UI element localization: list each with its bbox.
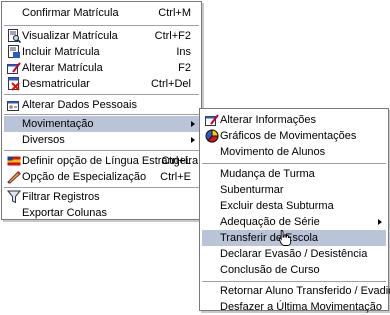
menu-item-label: Gráficos de Movimentações (220, 130, 357, 142)
submenu-item-adequacao-serie[interactable]: Adequação de Série (202, 214, 386, 230)
menu-item-label: Alterar Informações (220, 114, 316, 126)
menu-item-label: Declarar Evasão / Desistência (220, 248, 368, 260)
submenu-item-mudanca-turma[interactable]: Mudança de Turma (202, 166, 386, 182)
remove-document-icon (7, 77, 21, 91)
menu-separator (4, 25, 199, 26)
menu-item-label: Mudança de Turma (220, 168, 315, 180)
submenu-item-alterar-informacoes[interactable]: Alterar Informações (202, 112, 386, 128)
submenu-item-graficos-movimentacoes[interactable]: Gráficos de Movimentações (202, 128, 386, 144)
submenu-arrow-icon (191, 137, 195, 143)
pencil-icon (7, 170, 21, 184)
menu-item-label: Movimentação (22, 118, 94, 130)
menu-separator (202, 281, 386, 282)
menu-item-label: Diversos (22, 134, 65, 146)
menu-item-label: Adequação de Série (220, 216, 320, 228)
menu-item-label: Alterar Dados Pessoais (22, 99, 137, 111)
submenu-item-declarar-evasao[interactable]: Declarar Evasão / Desistência (202, 246, 386, 262)
edit-document-icon (7, 61, 21, 75)
menu-item-label: Exportar Colunas (22, 207, 107, 219)
submenu-arrow-icon (191, 121, 195, 127)
flag-icon (7, 154, 21, 168)
menu-item-alterar-matricula[interactable]: Alterar Matrícula F2 (4, 60, 199, 76)
menu-item-label: Visualizar Matrícula (22, 30, 118, 42)
submenu-item-excluir-subturma[interactable]: Excluir desta Subturma (202, 198, 386, 214)
menu-item-label: Confirmar Matrícula (22, 7, 119, 19)
menu-separator (4, 94, 199, 95)
menu-item-label: Filtrar Registros (22, 191, 100, 203)
menu-item-diversos[interactable]: Diversos (4, 132, 199, 148)
submenu-item-desfazer-movimentacao[interactable]: Desfazer a Última Movimentação (202, 299, 386, 315)
submenu-item-retornar-aluno[interactable]: Retornar Aluno Transferido / Evadido (202, 283, 390, 299)
menu-item-desmatricular[interactable]: Desmatricular Ctrl+Del (4, 76, 199, 92)
edit-info-icon (205, 113, 219, 127)
menu-item-incluir-matricula[interactable]: Incluir Matrícula Ins (4, 44, 199, 60)
menu-item-shortcut: Ins (176, 46, 191, 58)
menu-item-label: Transferir de Escola (220, 232, 319, 244)
menu-item-shortcut: Ctrl+E (160, 171, 191, 183)
submenu-item-subenturmar[interactable]: Subenturmar (202, 182, 386, 198)
menu-separator (4, 150, 199, 151)
menu-item-label: Retornar Aluno Transferido / Evadido (220, 285, 390, 297)
menu-item-label: Movimento de Alunos (220, 146, 326, 158)
menu-item-shortcut: Ctrl+L (161, 155, 191, 167)
edit-personal-data-icon (7, 98, 21, 112)
menu-item-confirmar-matricula[interactable]: Confirmar Matrícula Ctrl+M (4, 5, 199, 21)
pie-chart-icon (205, 129, 219, 143)
menu-item-label: Conclusão de Curso (220, 264, 320, 276)
add-document-icon (7, 45, 21, 59)
menu-item-label: Subenturmar (220, 184, 284, 196)
submenu-item-movimento-alunos[interactable]: Movimento de Alunos (202, 144, 386, 160)
menu-item-opcao-especializacao[interactable]: Opção de Especialização Ctrl+E (4, 169, 199, 185)
menu-item-lingua-estrangeira[interactable]: Definir opção de Língua Estrangeira Ctrl… (4, 153, 199, 169)
menu-item-label: Excluir desta Subturma (220, 200, 334, 212)
menu-item-filtrar-registros[interactable]: Filtrar Registros (4, 189, 199, 205)
menu-item-label: Desmatricular (22, 78, 90, 90)
menu-item-label: Alterar Matrícula (22, 62, 103, 74)
mouse-pointer-icon (278, 229, 292, 247)
menu-separator (4, 114, 199, 115)
menu-separator (202, 163, 386, 164)
menu-separator (4, 187, 199, 188)
menu-item-shortcut: Ctrl+F2 (154, 30, 191, 42)
menu-item-exportar-colunas[interactable]: Exportar Colunas (4, 205, 199, 221)
submenu-item-transferir-escola[interactable]: Transferir de Escola (202, 230, 386, 246)
menu-item-label: Opção de Especialização (22, 171, 147, 183)
menu-item-shortcut: F2 (178, 62, 191, 74)
filter-icon (7, 190, 21, 204)
menu-item-shortcut: Ctrl+Del (150, 78, 191, 90)
menu-item-movimentacao[interactable]: Movimentação (4, 116, 199, 132)
context-menu: Confirmar Matrícula Ctrl+M Visualizar Ma… (1, 1, 202, 220)
menu-item-alterar-dados-pessoais[interactable]: Alterar Dados Pessoais (4, 97, 199, 113)
menu-item-label: Desfazer a Última Movimentação (220, 301, 383, 313)
movimentacao-submenu: Alterar Informações Gráficos de Moviment… (199, 108, 390, 313)
submenu-arrow-icon (378, 219, 382, 225)
menu-item-visualizar-matricula[interactable]: Visualizar Matrícula Ctrl+F2 (4, 28, 199, 44)
menu-item-shortcut: Ctrl+M (158, 7, 191, 19)
submenu-item-conclusao-curso[interactable]: Conclusão de Curso (202, 262, 386, 278)
view-document-icon (7, 29, 21, 43)
menu-item-label: Incluir Matrícula (22, 46, 100, 58)
